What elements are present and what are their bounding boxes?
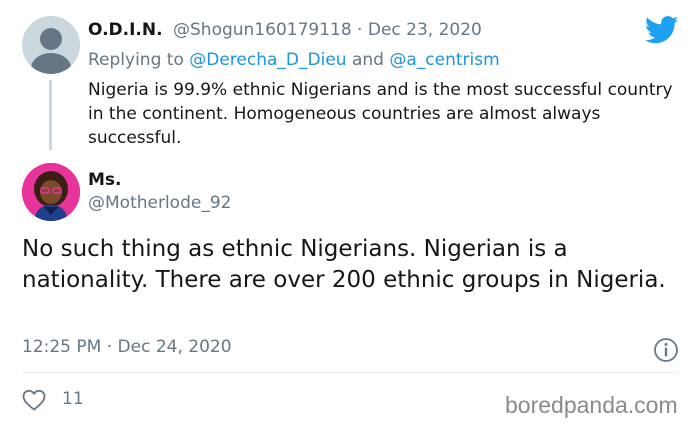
- info-icon[interactable]: [653, 337, 679, 363]
- like-count: 11: [62, 389, 84, 409]
- display-name-odin[interactable]: O.D.I.N.: [88, 20, 163, 40]
- profile-illustration-icon: [22, 163, 80, 221]
- avatar-default[interactable]: [22, 16, 80, 74]
- replying-and-label: and: [346, 50, 390, 70]
- source-watermark: boredpanda.com: [505, 392, 678, 418]
- heart-icon[interactable]: [22, 389, 46, 411]
- default-user-icon: [31, 28, 71, 74]
- tweet-timestamp[interactable]: 12:25 PM · Dec 24, 2020: [22, 337, 232, 357]
- handle-and-date[interactable]: @Shogun160179118 · Dec 23, 2020: [173, 20, 482, 40]
- thread-connector-line: [49, 80, 52, 150]
- original-tweet-text: Nigeria is 99.9% ethnic Nigerians and is…: [88, 80, 673, 148]
- mention-link-2[interactable]: @a_centrism: [389, 50, 499, 70]
- divider: [22, 372, 678, 373]
- handle-motherlode[interactable]: @Motherlode_92: [88, 193, 231, 213]
- display-name-ms[interactable]: Ms.: [88, 170, 122, 190]
- replying-to-line: Replying to @Derecha_D_Dieu and @a_centr…: [88, 50, 500, 70]
- mention-link-1[interactable]: @Derecha_D_Dieu: [189, 50, 346, 70]
- reply-tweet-text: No such thing as ethnic Nigerians. Niger…: [22, 236, 666, 293]
- avatar-ms[interactable]: [22, 163, 80, 221]
- replying-to-label: Replying to: [88, 50, 190, 70]
- twitter-bird-icon[interactable]: [645, 16, 679, 44]
